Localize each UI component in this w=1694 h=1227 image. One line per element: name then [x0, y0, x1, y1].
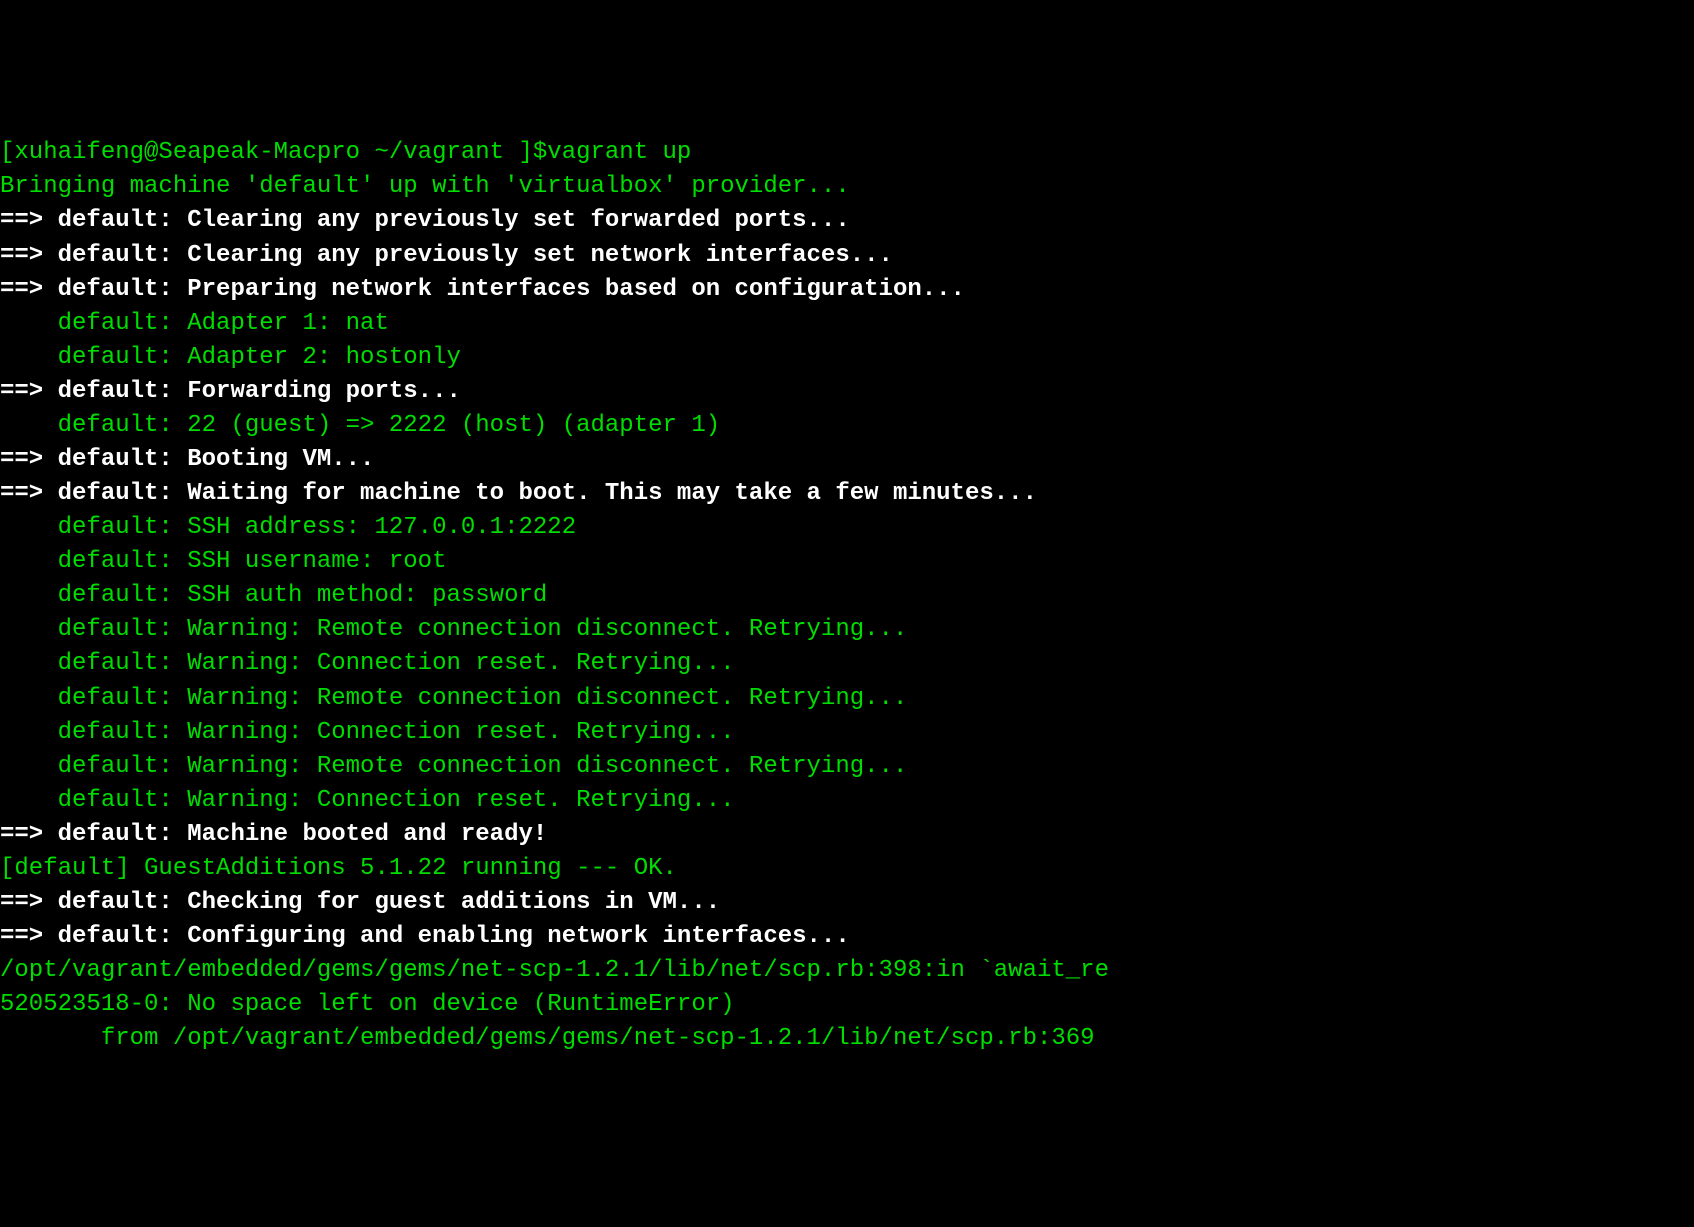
terminal-line: default: Adapter 2: hostonly	[0, 341, 1694, 375]
terminal-line: ==> default: Configuring and enabling ne…	[0, 920, 1694, 954]
terminal-line: ==> default: Machine booted and ready!	[0, 818, 1694, 852]
terminal-line: /opt/vagrant/embedded/gems/gems/net-scp-…	[0, 954, 1694, 988]
terminal-line: [xuhaifeng@Seapeak-Macpro ~/vagrant ]$va…	[0, 136, 1694, 170]
terminal-line: ==> default: Preparing network interface…	[0, 273, 1694, 307]
terminal-output[interactable]: [xuhaifeng@Seapeak-Macpro ~/vagrant ]$va…	[0, 136, 1694, 1056]
terminal-line: from /opt/vagrant/embedded/gems/gems/net…	[0, 1022, 1694, 1056]
terminal-line: ==> default: Checking for guest addition…	[0, 886, 1694, 920]
terminal-line: default: Warning: Remote connection disc…	[0, 750, 1694, 784]
terminal-line: default: SSH address: 127.0.0.1:2222	[0, 511, 1694, 545]
terminal-line: ==> default: Booting VM...	[0, 443, 1694, 477]
terminal-line: default: Warning: Remote connection disc…	[0, 613, 1694, 647]
terminal-line: default: Warning: Connection reset. Retr…	[0, 647, 1694, 681]
terminal-line: default: Warning: Connection reset. Retr…	[0, 716, 1694, 750]
terminal-line: default: Warning: Remote connection disc…	[0, 682, 1694, 716]
terminal-line: ==> default: Clearing any previously set…	[0, 204, 1694, 238]
terminal-line: default: 22 (guest) => 2222 (host) (adap…	[0, 409, 1694, 443]
terminal-line: [default] GuestAdditions 5.1.22 running …	[0, 852, 1694, 886]
terminal-line: default: Adapter 1: nat	[0, 307, 1694, 341]
terminal-line: Bringing machine 'default' up with 'virt…	[0, 170, 1694, 204]
terminal-line: ==> default: Forwarding ports...	[0, 375, 1694, 409]
terminal-line: ==> default: Waiting for machine to boot…	[0, 477, 1694, 511]
terminal-line: ==> default: Clearing any previously set…	[0, 239, 1694, 273]
terminal-line: default: Warning: Connection reset. Retr…	[0, 784, 1694, 818]
terminal-line: 520523518-0: No space left on device (Ru…	[0, 988, 1694, 1022]
terminal-line: default: SSH auth method: password	[0, 579, 1694, 613]
terminal-line: default: SSH username: root	[0, 545, 1694, 579]
